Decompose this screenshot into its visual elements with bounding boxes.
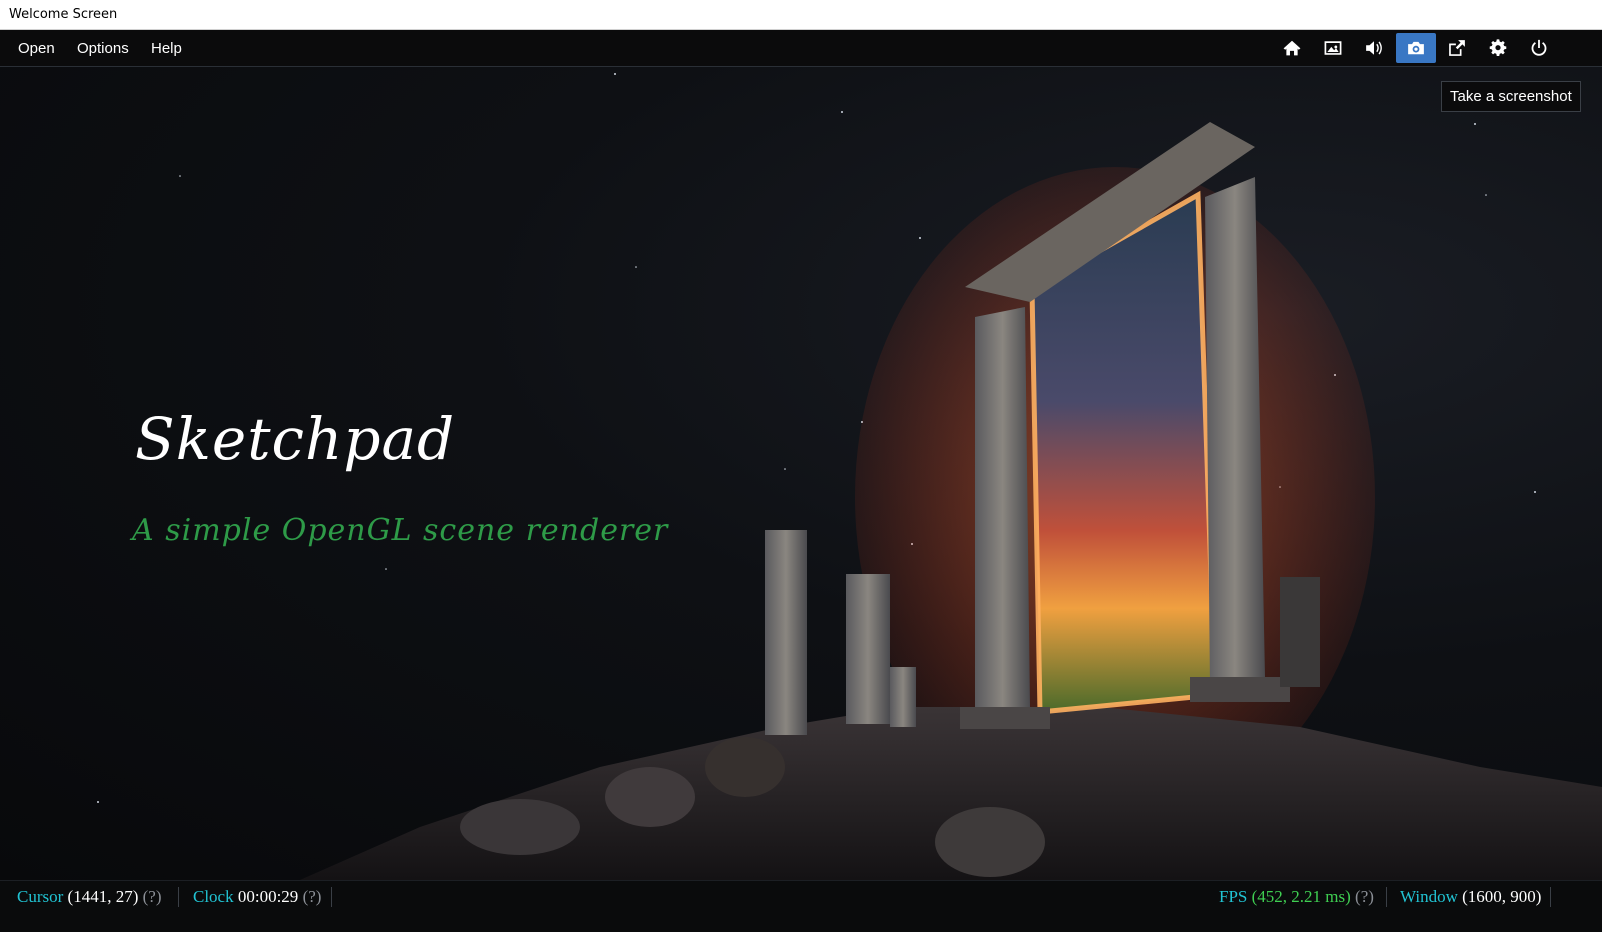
scene-viewport[interactable]: Sketchpad A simple OpenGL scene renderer <box>0 67 1602 880</box>
image-button[interactable] <box>1313 33 1353 63</box>
menu-options[interactable]: Options <box>77 40 129 57</box>
hero-subtitle: A simple OpenGL scene renderer <box>132 513 669 548</box>
external-link-icon <box>1449 40 1465 56</box>
status-fps: FPS (452, 2.21 ms) (?) <box>1219 887 1374 907</box>
hero-title: Sketchpad <box>135 405 456 473</box>
status-fps-help[interactable]: (?) <box>1355 887 1374 906</box>
window-titlebar: Welcome Screen <box>0 0 1602 30</box>
camera-icon <box>1408 41 1424 55</box>
volume-button[interactable] <box>1354 33 1394 63</box>
external-link-button[interactable] <box>1437 33 1477 63</box>
status-divider <box>1550 887 1551 907</box>
screenshot-tooltip: Take a screenshot <box>1441 81 1581 112</box>
image-icon <box>1324 41 1342 55</box>
status-window-value: (1600, 900) <box>1462 887 1542 906</box>
power-button[interactable] <box>1519 33 1559 63</box>
status-divider <box>1386 887 1387 907</box>
status-window-label: Window <box>1400 887 1458 906</box>
status-divider <box>178 887 179 907</box>
gear-icon <box>1489 39 1507 56</box>
status-bar: Cursor (1441, 27) (?) Clock 00:00:29 (?)… <box>0 880 1602 932</box>
status-clock-value: 00:00:29 <box>237 887 299 906</box>
power-icon <box>1531 39 1547 56</box>
window-title: Welcome Screen <box>9 7 118 22</box>
settings-button[interactable] <box>1478 33 1518 63</box>
status-window: Window (1600, 900) <box>1400 887 1541 907</box>
volume-icon <box>1366 41 1382 55</box>
menu-open[interactable]: Open <box>18 40 55 57</box>
status-cursor-value: (1441, 27) <box>67 887 139 906</box>
status-divider <box>331 887 332 907</box>
status-fps-label: FPS <box>1219 887 1248 906</box>
status-cursor-label: Cursor <box>17 887 64 906</box>
screenshot-button[interactable] <box>1396 33 1436 63</box>
home-button[interactable] <box>1272 33 1312 63</box>
status-fps-value: (452, 2.21 ms) <box>1251 887 1351 906</box>
status-cursor: Cursor (1441, 27) (?) <box>17 887 161 907</box>
status-clock: Clock 00:00:29 (?) <box>193 887 321 907</box>
menu-help[interactable]: Help <box>151 40 182 57</box>
background-scene-image <box>97 73 1602 880</box>
menubar: Open Options Help <box>0 30 1602 67</box>
status-clock-label: Clock <box>193 887 234 906</box>
status-clock-help[interactable]: (?) <box>303 887 322 906</box>
home-icon <box>1283 40 1301 56</box>
status-cursor-help[interactable]: (?) <box>143 887 162 906</box>
